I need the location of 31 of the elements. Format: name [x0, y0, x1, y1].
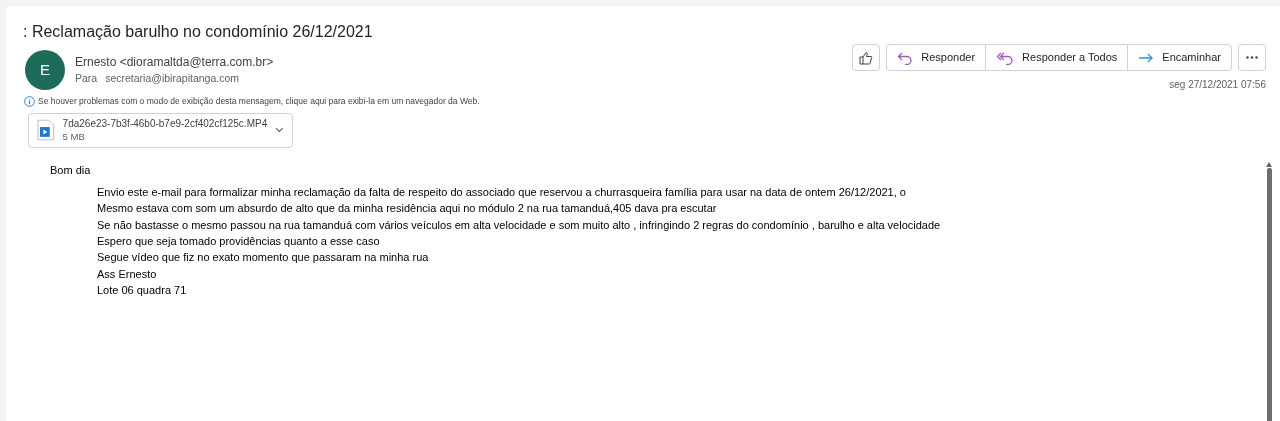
- more-icon: [1246, 56, 1258, 59]
- body-line: Lote 06 quadra 71: [97, 282, 188, 298]
- video-file-icon: [37, 119, 55, 142]
- like-button[interactable]: [852, 44, 881, 71]
- body-line: Espero que seja tomado providências quanto a esse caso: [97, 233, 381, 249]
- sender-avatar: E: [25, 50, 65, 90]
- reply-icon: [897, 50, 914, 65]
- info-message[interactable]: Se houver problemas com o modo de exibição desta mensagem, clique aqui para exibi-la em um navegador da Web.: [38, 95, 480, 108]
- body-line: Segue vídeo que fiz no exato momento que passaram na minha rua: [97, 250, 430, 266]
- more-options-button[interactable]: [1238, 44, 1266, 71]
- message-action-button[interactable]: Encaminhar: [1127, 45, 1231, 70]
- body-line: Envio este e-mail para formalizar minha reclamação da falta de respeito do associado que reservou a churrasqueira família para usar na data de ontem 26/12/2021, o: [97, 185, 907, 201]
- body-line: Mesmo estava com som um absurdo de alto que da minha residência aqui no módulo 2 na rua tamanduá,405 dava pra escutar: [97, 201, 718, 217]
- message-action-button[interactable]: Responder: [887, 45, 986, 70]
- chevron-down-icon[interactable]: [275, 127, 284, 134]
- attachment-name: 7da26e23-7b3f-46b0-b7e9-2cf402cf125c.MP4: [62, 117, 268, 131]
- attachment-card[interactable]: 7da26e23-7b3f-46b0-b7e9-2cf402cf125c.MP4 5 MB: [28, 112, 293, 148]
- recipient-label: Para: [75, 71, 98, 86]
- message-action-button[interactable]: Responder a Todos: [985, 45, 1128, 70]
- attachment-size: 5 MB: [62, 130, 86, 144]
- forward-arrow-icon: [1138, 51, 1155, 64]
- recipient-address: secretaria@ibirapitanga.com: [105, 71, 239, 86]
- message-date: seg 27/12/2021 07:56: [1169, 78, 1266, 92]
- info-icon: [24, 95, 35, 107]
- body-line: Ass Ernesto: [97, 266, 158, 282]
- body-line: Se não bastasse o mesmo passou na rua tamanduá com vários veículos em alta velocidade e som muito alto , infringindo 2 regras do condomínio , barulho e alta velocidade: [97, 217, 942, 233]
- thumbs-up-icon: [859, 50, 874, 65]
- reply-all-icon: [996, 50, 1015, 65]
- sender-address: Ernesto <dioramaltda@terra.com.br>: [75, 54, 274, 71]
- email-subject: : Reclamação barulho no condomínio 26/12/2021: [23, 22, 374, 42]
- greeting-text: Bom dia: [50, 162, 92, 178]
